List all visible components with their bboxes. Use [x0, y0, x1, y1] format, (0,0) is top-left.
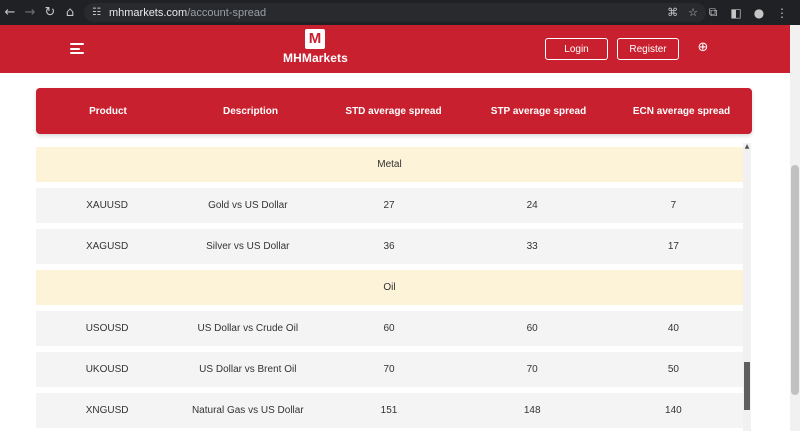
menu-dots-icon[interactable]: ⋮ — [775, 6, 789, 20]
column-header-description: Description — [222, 105, 278, 117]
home-icon[interactable]: ⌂ — [60, 0, 80, 25]
table-row: USOUSD US Dollar vs Crude Oil 60 60 40 — [36, 311, 743, 346]
section-title: Oil — [383, 282, 396, 293]
table-row: UKOUSD US Dollar vs Brent Oil 70 70 50 — [36, 352, 743, 387]
table-header: Product Description STD average spread S… — [36, 88, 752, 134]
page-scroll-thumb[interactable] — [791, 165, 799, 395]
cell-std: 151 — [380, 405, 398, 416]
table-scrollbar[interactable]: ▲ — [743, 143, 751, 431]
cell-description: Silver vs US Dollar — [206, 241, 290, 252]
page-scrollbar[interactable] — [790, 25, 800, 431]
cell-product: XAUUSD — [86, 200, 128, 211]
cell-stp: 60 — [526, 323, 538, 334]
cell-stp: 24 — [526, 200, 538, 211]
cell-stp: 33 — [526, 241, 538, 252]
reload-icon[interactable]: ↻ — [40, 0, 60, 25]
browser-toolbar: ← → ↻ ⌂ ☷ mhmarkets.com/account-spread ⌘… — [0, 0, 800, 25]
section-title: Metal — [377, 159, 402, 170]
cell-std: 36 — [383, 241, 395, 252]
url-path: /account-spread — [187, 6, 267, 19]
section-row-metal: Metal — [36, 147, 743, 182]
forward-arrow-icon[interactable]: → — [20, 0, 40, 25]
cell-stp: 70 — [526, 364, 538, 375]
side-panel-icon[interactable]: ◧ — [729, 6, 743, 20]
url-host: mhmarkets.com — [108, 6, 188, 19]
cell-ecn: 50 — [667, 364, 679, 375]
table-body: Metal XAUUSD Gold vs US Dollar 27 24 7 X… — [36, 147, 743, 428]
cell-description: Gold vs US Dollar — [208, 200, 288, 211]
section-row-oil: Oil — [36, 270, 743, 305]
column-header-product: Product — [89, 105, 127, 117]
cell-ecn: 140 — [665, 405, 682, 416]
cell-ecn: 40 — [667, 323, 679, 334]
logo-text: MHMarkets — [283, 51, 348, 65]
login-button[interactable]: Login — [545, 38, 608, 60]
logo[interactable]: M MHMarkets — [283, 29, 348, 69]
cell-product: USOUSD — [85, 323, 129, 334]
cell-stp: 148 — [523, 405, 541, 416]
register-button[interactable]: Register — [617, 38, 679, 60]
back-arrow-icon[interactable]: ← — [0, 0, 20, 25]
bookmark-star-icon[interactable]: ☆ — [688, 6, 698, 19]
cell-std: 70 — [383, 364, 395, 375]
extensions-icon[interactable]: ⧉ — [706, 5, 720, 20]
hamburger-menu-icon[interactable] — [70, 43, 84, 54]
cell-description: US Dollar vs Brent Oil — [199, 364, 297, 375]
table-scroll-thumb[interactable] — [744, 362, 750, 410]
scroll-up-arrow-icon[interactable]: ▲ — [743, 143, 751, 151]
column-header-stp-spread: STP average spread — [490, 105, 587, 117]
column-header-std-spread: STD average spread — [345, 105, 442, 117]
cell-ecn: 7 — [670, 200, 677, 211]
column-header-ecn-spread: ECN average spread — [632, 105, 731, 117]
cell-product: UKOUSD — [85, 364, 129, 375]
table-row: XAGUSD Silver vs US Dollar 36 33 17 — [36, 229, 743, 264]
translate-icon[interactable]: ⌘ — [667, 6, 678, 19]
profile-icon[interactable]: ● — [752, 6, 766, 20]
site-info-icon[interactable]: ☷ — [92, 7, 101, 18]
logo-mark: M — [305, 29, 325, 49]
cell-std: 27 — [383, 200, 395, 211]
cell-product: XNGUSD — [85, 405, 129, 416]
globe-icon[interactable]: ⊕ — [696, 41, 710, 55]
address-bar[interactable]: ☷ mhmarkets.com/account-spread ⌘ ☆ — [84, 3, 706, 22]
cell-product: XAGUSD — [85, 241, 129, 252]
cell-ecn: 17 — [667, 241, 679, 252]
cell-description: US Dollar vs Crude Oil — [197, 323, 299, 334]
table-row: XAUUSD Gold vs US Dollar 27 24 7 — [36, 188, 743, 223]
cell-std: 60 — [383, 323, 395, 334]
cell-description: Natural Gas vs US Dollar — [191, 405, 304, 416]
table-row: XNGUSD Natural Gas vs US Dollar 151 148 … — [36, 393, 743, 428]
site-header: M MHMarkets Login Register ⊕ — [0, 25, 790, 73]
